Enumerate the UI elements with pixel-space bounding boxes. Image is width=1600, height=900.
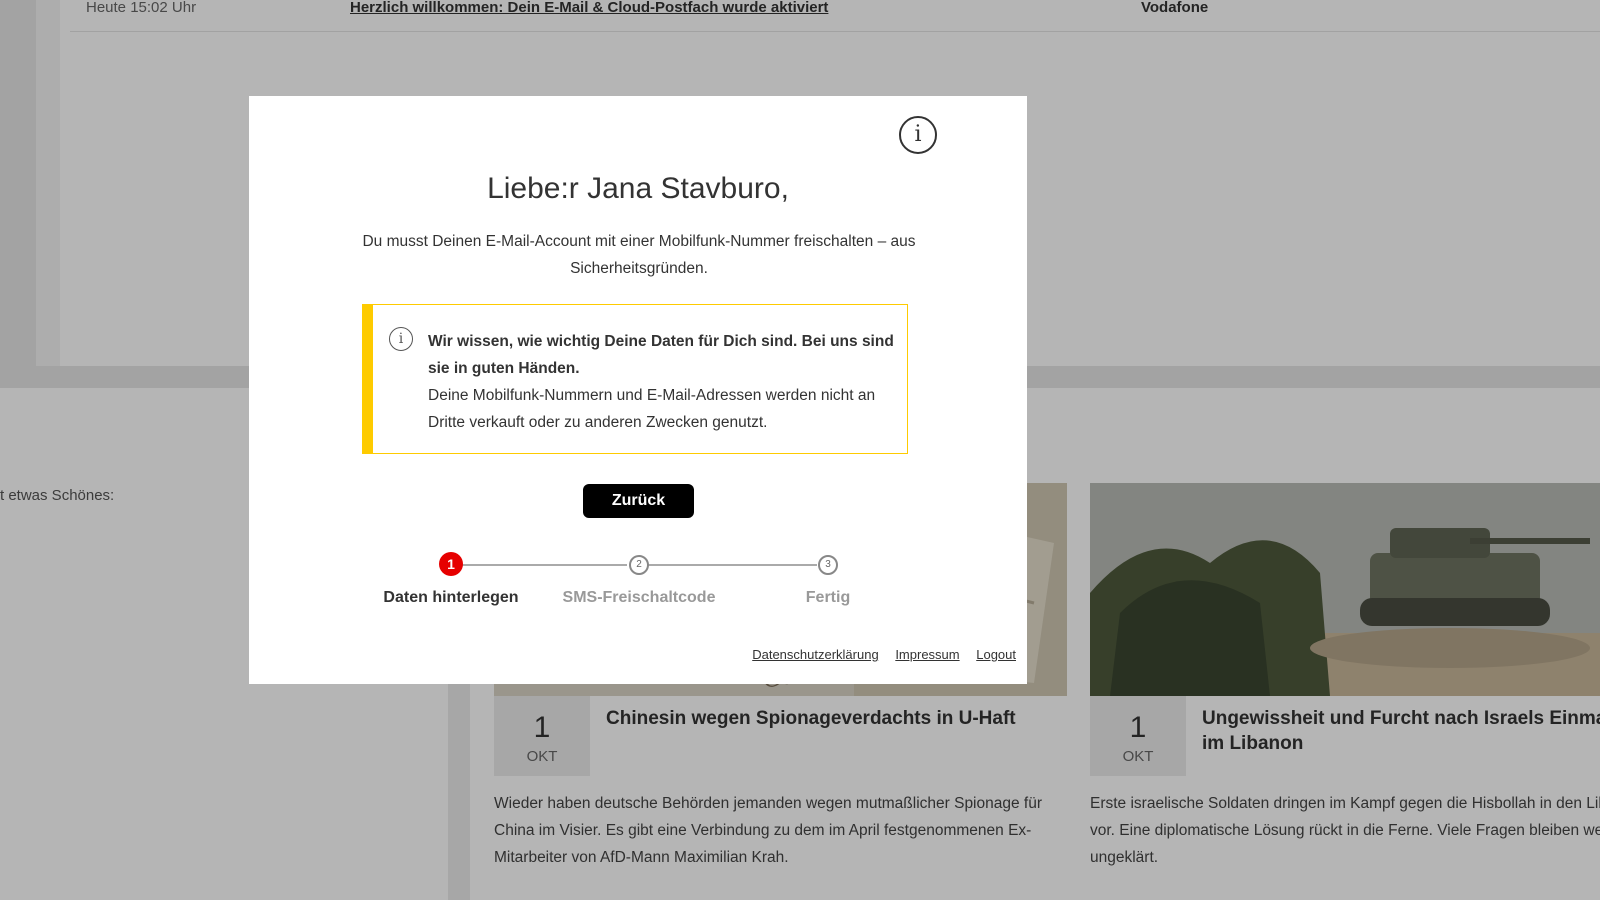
logout-link[interactable]: Logout bbox=[976, 647, 1016, 662]
notice-heading: Wir wissen, wie wichtig Deine Daten für … bbox=[428, 333, 894, 377]
modal-footer: Datenschutzerklärung Impressum Logout bbox=[739, 647, 1016, 662]
info-circle-icon: i bbox=[389, 327, 413, 351]
step-3-label: Fertig bbox=[805, 589, 851, 606]
step-2-indicator: 2 bbox=[629, 555, 649, 575]
privacy-link[interactable]: Datenschutzerklärung bbox=[752, 647, 878, 662]
back-button[interactable]: Zurück bbox=[583, 484, 694, 518]
verification-modal: i Liebe:r Jana Stavburo, Du musst Deinen… bbox=[249, 96, 1027, 684]
step-connector bbox=[449, 564, 627, 566]
modal-title: Liebe:r Jana Stavburo, bbox=[487, 172, 789, 205]
imprint-link[interactable]: Impressum bbox=[895, 647, 959, 662]
modal-description: Du musst Deinen E-Mail-Account mit einer… bbox=[362, 233, 916, 277]
privacy-notice: i Wir wissen, wie wichtig Deine Daten fü… bbox=[362, 304, 908, 454]
progress-stepper: 1 Daten hinterlegen 2 SMS-Freischaltcode… bbox=[249, 546, 1027, 616]
step-3-indicator: 3 bbox=[818, 555, 838, 575]
notice-body: Deine Mobilfunk-Nummern und E-Mail-Adres… bbox=[428, 387, 876, 431]
step-1-indicator: 1 bbox=[439, 552, 463, 576]
step-connector bbox=[639, 564, 817, 566]
step-1-label: Daten hinterlegen bbox=[383, 589, 519, 606]
step-2-label: SMS-Freischaltcode bbox=[562, 589, 716, 606]
notice-text: Wir wissen, wie wichtig Deine Daten für … bbox=[428, 328, 898, 436]
info-circle-icon[interactable]: i bbox=[899, 116, 937, 154]
